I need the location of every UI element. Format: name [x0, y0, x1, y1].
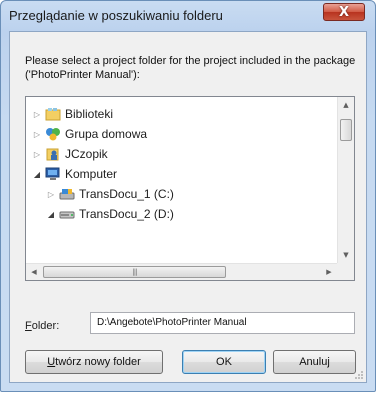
dialog-body: Please select a project folder for the p… [9, 31, 367, 383]
title-bar[interactable]: Przeglądanie w poszukiwaniu folderu X [1, 1, 375, 31]
homegroup-icon [45, 127, 61, 141]
window-title: Przeglądanie w poszukiwaniu folderu [9, 8, 223, 23]
tree-item-jczopik[interactable]: ▷ JCzopik [32, 144, 108, 164]
tree-item-biblioteki[interactable]: ▷ Biblioteki [32, 104, 113, 124]
ok-button[interactable]: OK [182, 350, 266, 374]
collapse-arrow-icon[interactable]: ◢ [46, 210, 56, 219]
collapse-arrow-icon[interactable]: ◢ [32, 170, 42, 179]
close-icon: X [338, 4, 350, 20]
expand-arrow-icon[interactable]: ▷ [32, 110, 42, 119]
tree-item-label: Biblioteki [65, 107, 114, 121]
dialog-window: Przeglądanie w poszukiwaniu folderu X Pl… [0, 0, 376, 392]
tree-item-label: TransDocu_1 (C:) [79, 187, 174, 201]
user-folder-icon [45, 147, 61, 161]
expand-arrow-icon[interactable]: ▷ [46, 190, 56, 199]
scroll-up-icon[interactable]: ▲ [338, 97, 354, 113]
tree-item-label: Grupa domowa [65, 127, 148, 141]
tree-item-transdocu-2[interactable]: ◢ TransDocu_2 (D:) [46, 204, 174, 224]
scroll-right-icon[interactable]: ▶ [321, 264, 337, 280]
expand-arrow-icon[interactable]: ▷ [32, 130, 42, 139]
scroll-left-icon[interactable]: ◀ [26, 264, 42, 280]
computer-icon [45, 167, 61, 181]
horizontal-scroll-thumb[interactable]: ||| [43, 266, 226, 278]
tree-item-komputer[interactable]: ◢ Komputer [32, 164, 117, 184]
tree-item-transdocu-1[interactable]: ▷ TransDocu_1 (C:) [46, 184, 174, 204]
scroll-down-icon[interactable]: ▼ [338, 247, 354, 263]
drive-icon [59, 187, 75, 201]
vertical-scrollbar[interactable]: ▲ ▼ [337, 97, 354, 263]
resize-grip-icon[interactable] [354, 370, 364, 380]
tree-item-label: TransDocu_2 (D:) [79, 207, 174, 221]
instruction-text: Please select a project folder for the p… [25, 55, 356, 81]
drive-icon [59, 207, 75, 221]
vertical-scroll-thumb[interactable] [340, 119, 352, 141]
tree-item-label: Komputer [65, 167, 118, 181]
cancel-button[interactable]: Anuluj [273, 350, 356, 374]
libraries-icon [45, 107, 61, 121]
horizontal-scrollbar[interactable]: ◀ ||| ▶ [26, 263, 338, 280]
folder-label: Folder: [25, 320, 60, 332]
new-folder-button[interactable]: Utwórz nowy folder [25, 350, 163, 374]
expand-arrow-icon[interactable]: ▷ [32, 150, 42, 159]
folder-path-field[interactable]: D:\Angebote\PhotoPrinter Manual [90, 312, 355, 334]
tree-item-grupa-domowa[interactable]: ▷ Grupa domowa [32, 124, 147, 144]
close-button[interactable]: X [323, 3, 365, 21]
scrollbar-corner [337, 263, 354, 280]
tree-item-label: JCzopik [65, 147, 108, 161]
folder-tree[interactable]: ▷ Biblioteki ▷ Grupa domowa ▷ JCzopik ◢ … [25, 96, 355, 281]
